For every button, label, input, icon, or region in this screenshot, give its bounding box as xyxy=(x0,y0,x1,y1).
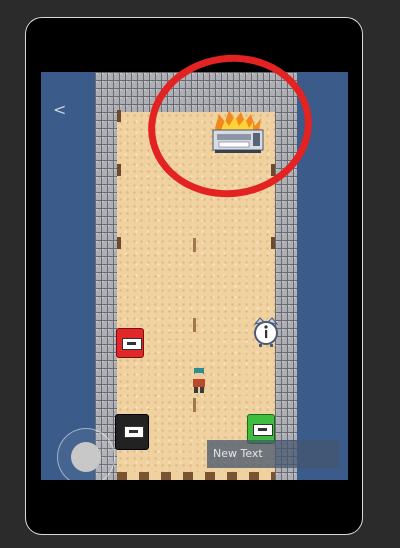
wall-mark xyxy=(117,110,121,122)
left-wall xyxy=(95,72,117,480)
virtual-joystick[interactable] xyxy=(57,428,115,480)
wall-mark xyxy=(117,237,121,249)
wall-mark xyxy=(117,164,121,176)
new-text-label: New Text xyxy=(207,440,339,468)
info-clock-icon[interactable] xyxy=(251,316,281,348)
fire-alarm-red-icon[interactable] xyxy=(116,328,144,358)
floor-dash xyxy=(193,398,196,412)
joystick-knob[interactable] xyxy=(71,442,101,472)
wall-mark xyxy=(271,237,275,249)
fire-alarm-black-icon[interactable] xyxy=(115,414,149,450)
floor-dash xyxy=(193,238,196,252)
player-character-icon xyxy=(191,368,207,394)
floor-dash xyxy=(193,318,196,332)
back-button[interactable]: < xyxy=(53,100,66,119)
floor-edge xyxy=(117,472,275,480)
